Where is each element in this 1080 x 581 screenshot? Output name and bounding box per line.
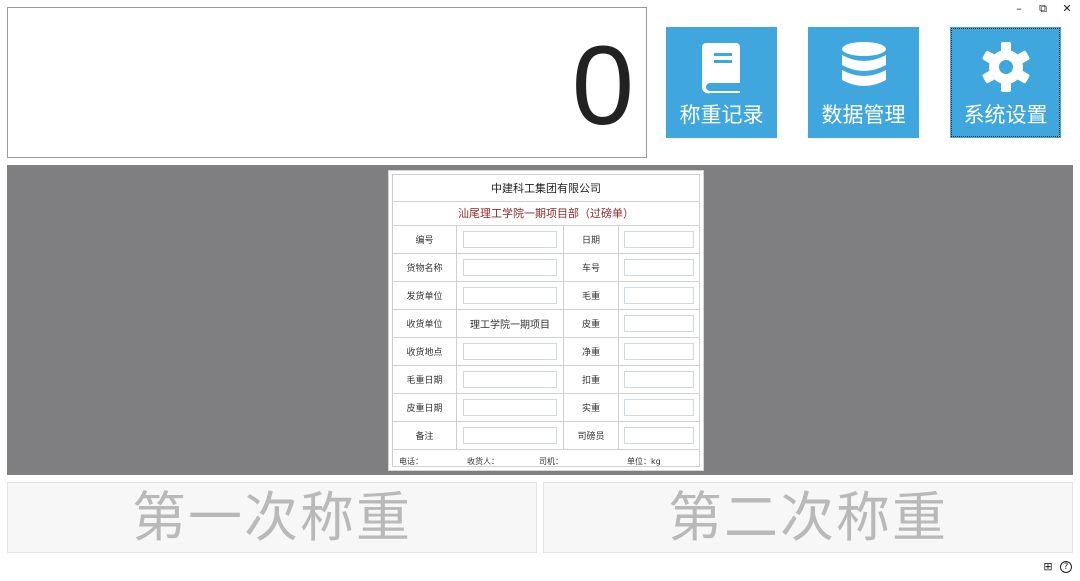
grid-icon[interactable]: ⊞ — [1042, 561, 1054, 573]
field-input[interactable] — [624, 315, 694, 332]
table-row: 编号 日期 — [393, 226, 699, 254]
table-row: 收货单位 理工学院一期项目 皮重 — [393, 310, 699, 338]
field-label: 日期 — [564, 226, 619, 253]
database-icon — [841, 42, 886, 86]
footer-phone: 电话： — [399, 456, 423, 466]
table-row: 收货地点 净重 — [393, 338, 699, 366]
table-row: 发货单位 毛重 — [393, 282, 699, 310]
field-label: 毛重 — [564, 282, 619, 309]
table-row: 备注 司磅员 — [393, 422, 699, 450]
field-label: 司磅员 — [564, 422, 619, 449]
field-input[interactable] — [463, 343, 557, 360]
field-label: 收货地点 — [393, 338, 457, 365]
data-management-button[interactable]: 数据管理 — [808, 27, 919, 138]
field-input[interactable] — [624, 287, 694, 304]
ticket-subtitle: 汕尾理工学院一期项目部（过磅单） — [393, 202, 699, 226]
close-icon[interactable]: ✕ — [1060, 2, 1074, 16]
field-input[interactable] — [624, 231, 694, 248]
first-weighing-button[interactable]: 第一次称重 — [7, 482, 537, 553]
field-label: 发货单位 — [393, 282, 457, 309]
ticket-company: 中建科工集团有限公司 — [393, 175, 699, 202]
field-input[interactable] — [624, 259, 694, 276]
field-label: 皮重日期 — [393, 394, 457, 421]
footer-driver: 司机： — [539, 456, 563, 466]
book-icon — [701, 43, 740, 94]
status-icons: ⊞ ? — [1042, 561, 1072, 573]
field-input[interactable] — [624, 371, 694, 388]
window-controls: – ⧉ ✕ — [1012, 2, 1074, 16]
print-preview-area: 中建科工集团有限公司 汕尾理工学院一期项目部（过磅单） 编号 日期 货物名称 车… — [7, 165, 1073, 475]
footer-receiver: 收货人： — [467, 456, 499, 466]
field-label: 皮重 — [564, 310, 619, 337]
field-input[interactable] — [463, 427, 557, 444]
system-settings-button[interactable]: 系统设置 — [950, 27, 1061, 138]
field-input[interactable] — [463, 399, 557, 416]
field-label: 车号 — [564, 254, 619, 281]
field-label: 编号 — [393, 226, 457, 253]
ticket-footer: 电话： 收货人： 司机： 单位：kg — [393, 450, 699, 472]
tile-label: 系统设置 — [963, 103, 1048, 127]
minimize-icon[interactable]: – — [1012, 2, 1026, 16]
field-input[interactable] — [463, 287, 557, 304]
table-row: 货物名称 车号 — [393, 254, 699, 282]
restore-icon[interactable]: ⧉ — [1036, 2, 1050, 16]
field-label: 净重 — [564, 338, 619, 365]
field-label: 实重 — [564, 394, 619, 421]
field-label: 毛重日期 — [393, 366, 457, 393]
second-weighing-button[interactable]: 第二次称重 — [543, 482, 1073, 553]
help-icon[interactable]: ? — [1060, 561, 1072, 573]
tile-label: 数据管理 — [821, 103, 906, 127]
field-input[interactable] — [463, 371, 557, 388]
field-input[interactable] — [624, 427, 694, 444]
weighing-records-button[interactable]: 称重记录 — [666, 27, 777, 138]
field-input[interactable] — [463, 231, 557, 248]
table-row: 毛重日期 扣重 — [393, 366, 699, 394]
footer-unit: 单位：kg — [627, 456, 661, 466]
field-input[interactable] — [463, 259, 557, 276]
weight-value: 0 — [571, 23, 634, 148]
weighing-ticket: 中建科工集团有限公司 汕尾理工学院一期项目部（过磅单） 编号 日期 货物名称 车… — [388, 170, 704, 471]
table-row: 皮重日期 实重 — [393, 394, 699, 422]
app-window: – ⧉ ✕ 0 称重记录 数据管理 系统设置 中建科工集团有限公司 汕尾理工学院… — [0, 0, 1080, 581]
field-label: 收货单位 — [393, 310, 457, 337]
weight-display: 0 — [7, 7, 647, 158]
field-input[interactable]: 理工学院一期项目 — [463, 315, 557, 332]
field-label: 备注 — [393, 422, 457, 449]
tile-label: 称重记录 — [679, 103, 764, 127]
field-label: 货物名称 — [393, 254, 457, 281]
field-input[interactable] — [624, 399, 694, 416]
field-label: 扣重 — [564, 366, 619, 393]
gear-icon — [982, 42, 1029, 92]
field-input[interactable] — [624, 343, 694, 360]
